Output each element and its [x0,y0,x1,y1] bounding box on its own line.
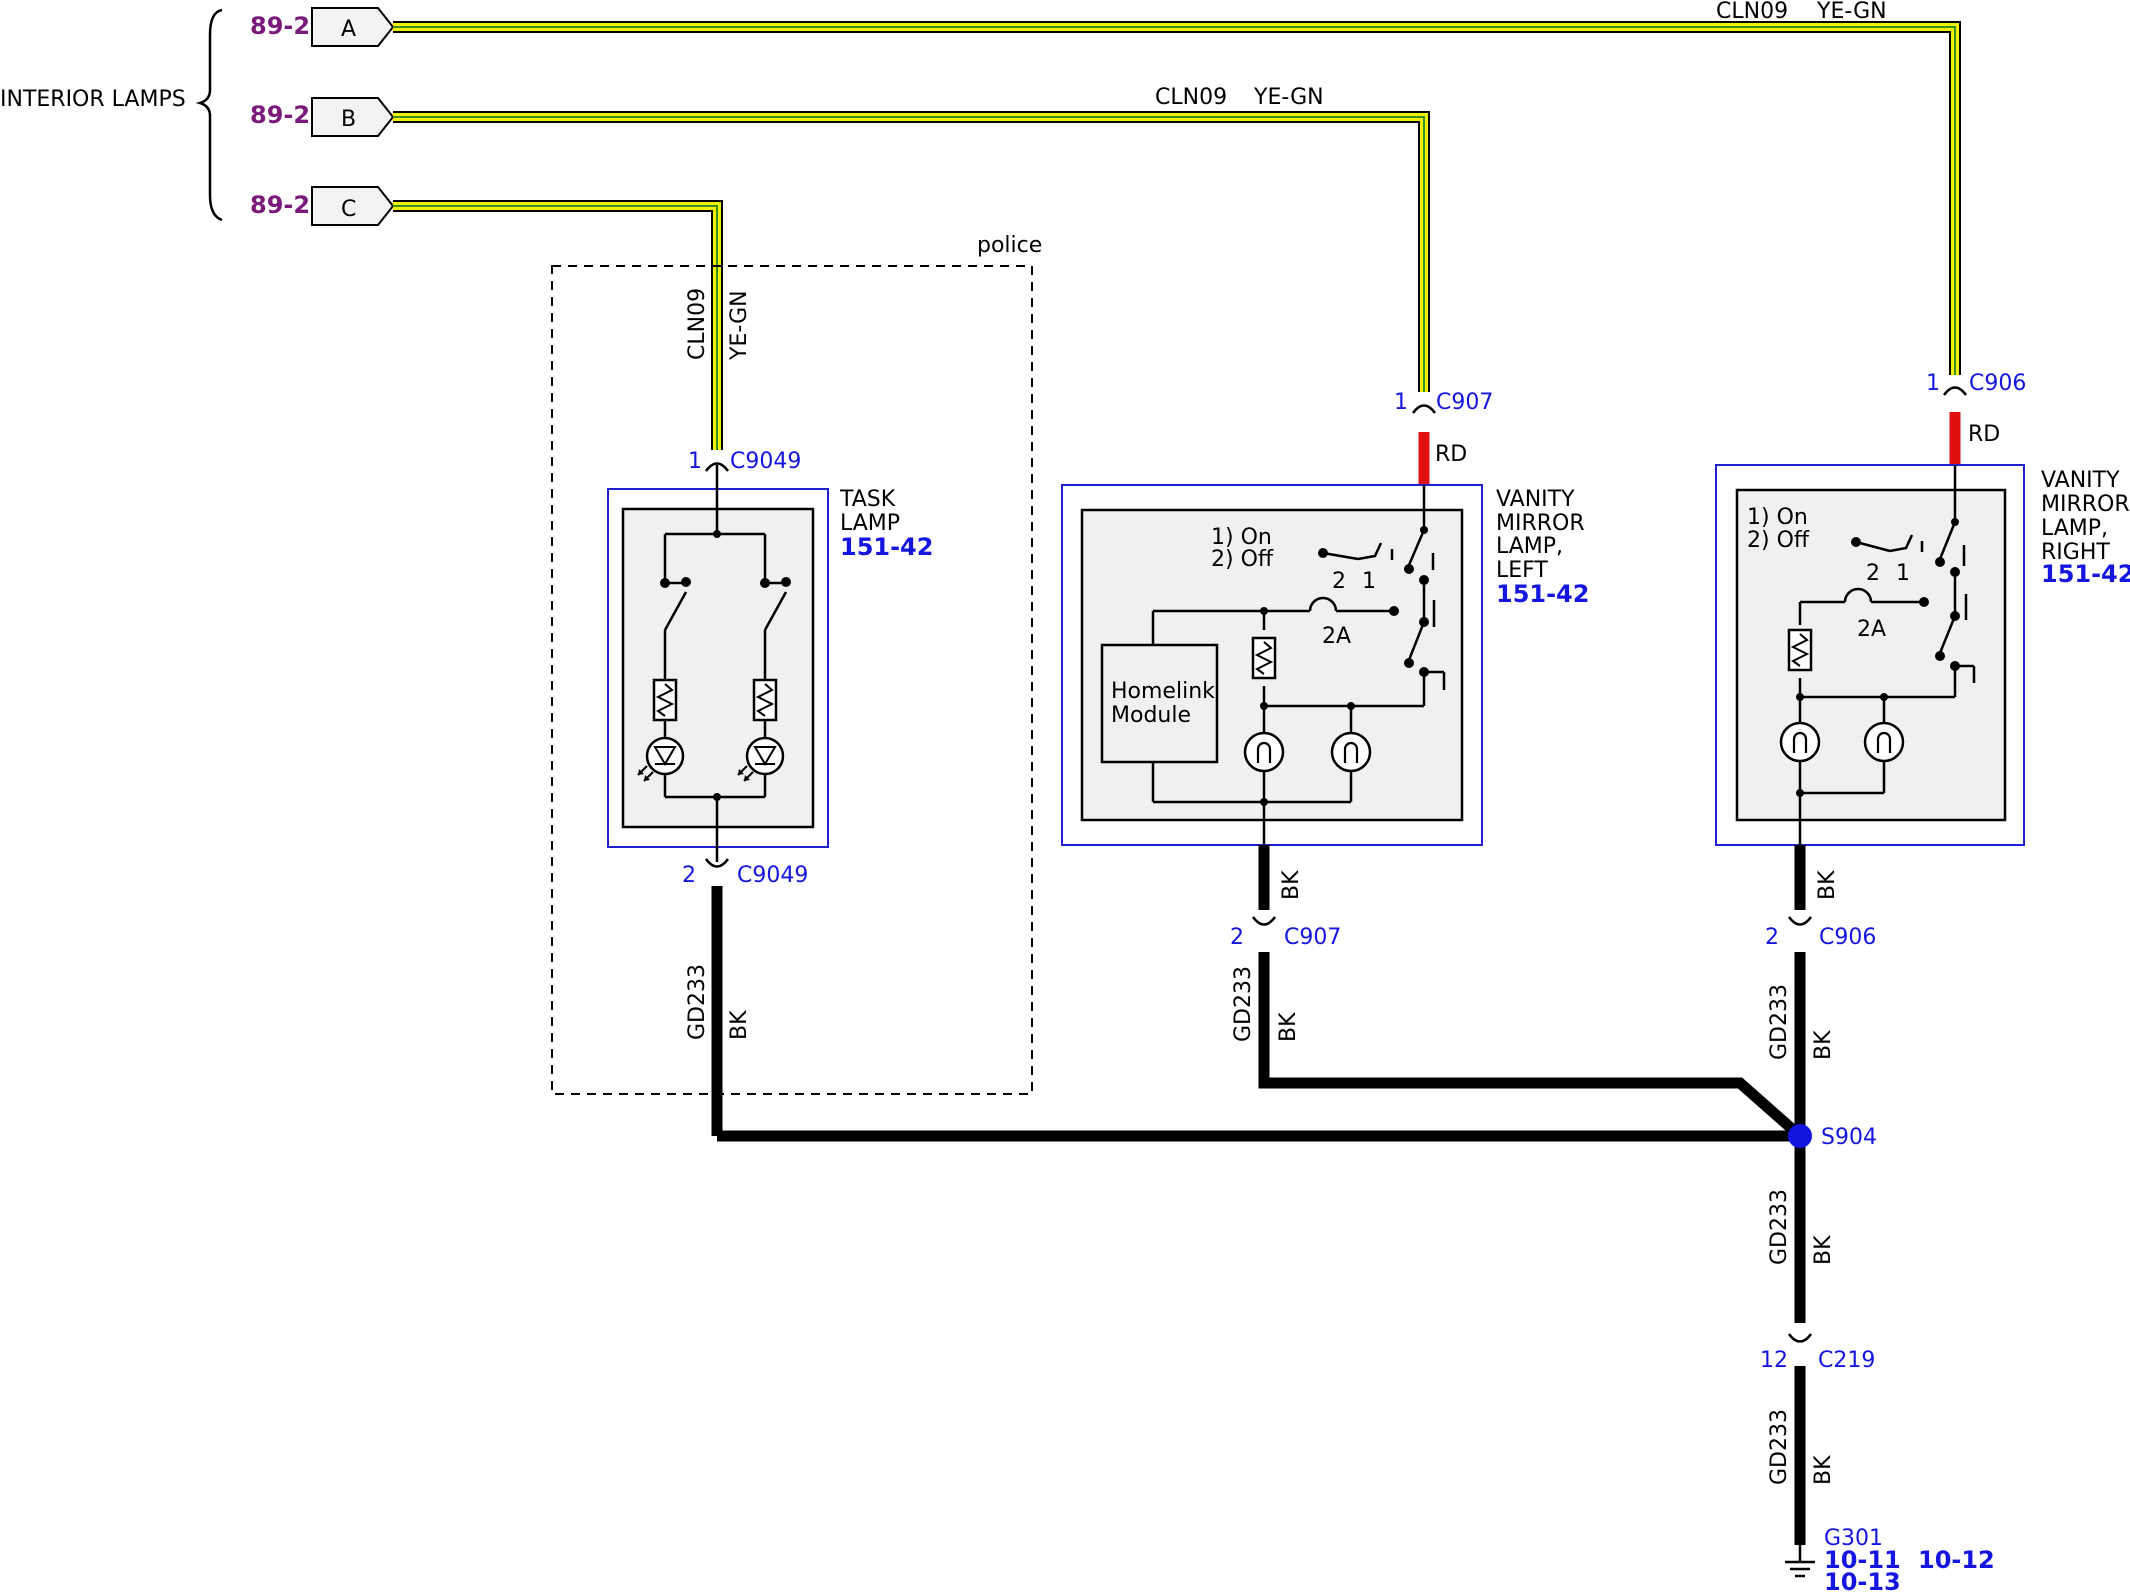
wiring-diagram: INTERIOR LAMPS 89-2 A 89-2 B 89-2 C CLN0… [0,0,2130,1593]
ground-gd-circuit: GD233 [1767,1409,1792,1485]
ground-gd-color: BK [1811,1455,1836,1485]
splice-s904[interactable] [1788,1124,1812,1148]
c906-pin2-number: 2 [1765,925,1779,950]
vanity-left-fuse: 2A [1322,624,1351,649]
left-gd-circuit: GD233 [1231,966,1256,1042]
wire-rd-left-label: RD [1435,442,1467,467]
page-ref-a[interactable]: 89-2 A [250,7,395,47]
tag-letter-b: B [341,107,356,132]
c9049-pin2-number: 2 [682,863,696,888]
c907-pin1-name[interactable]: C907 [1436,390,1493,415]
splice-gd-color: BK [1811,1235,1836,1265]
vanity-left-name-3: LAMP, [1496,534,1563,559]
c9049-pin2-name[interactable]: C9049 [737,863,808,888]
vanity-right-name-1: VANITY [2041,468,2120,493]
homelink-label-1: Homelink [1111,679,1215,704]
c906-pin1-number: 1 [1926,371,1940,396]
vanity-right-lamp1-icon [1779,721,1821,763]
task-lamp-ref[interactable]: 151-42 [840,533,933,561]
vanity-left-ref[interactable]: 151-42 [1496,580,1589,608]
wire-b-circuit: CLN09 [1155,85,1227,110]
vanity-right-name-3: LAMP, [2041,516,2108,541]
wire-yegn-c [393,200,723,450]
c906-pin1-icon [1942,386,1968,397]
wire-rd-right-label: RD [1968,422,2000,447]
police-option-label: police [977,233,1042,258]
vanity-right-pos2: 2 [1866,561,1880,586]
ground-symbol-icon [1785,1545,1815,1578]
c906-pin1-name[interactable]: C906 [1969,371,2026,396]
vanity-lamp-left[interactable] [1061,484,1483,846]
c907-pin2-number: 2 [1230,925,1244,950]
vanity-left-lamp2-icon [1330,731,1372,773]
wire-a-circuit: CLN09 [1716,0,1788,24]
vanity-left-switch-off: 2) Off [1211,547,1274,572]
vanity-right-ref[interactable]: 151-42 [2041,560,2130,588]
c907-pin1-icon [1411,404,1437,415]
sheet-ref-a: 89-2 [250,12,310,40]
c9049-pin1-number: 1 [688,449,702,474]
ground-ref-3[interactable]: 10-13 [1824,1568,1901,1593]
task-heater-right-icon [752,678,778,722]
right-gd-color: BK [1811,1030,1836,1060]
group-label: INTERIOR LAMPS [0,87,186,112]
page-ref-b[interactable]: 89-2 B [250,97,395,137]
vanity-left-name-2: MIRROR [1496,511,1585,536]
wire-c-color: YE-GN [727,290,752,361]
splice-s904-label: S904 [1821,1125,1877,1150]
tag-letter-c: C [341,197,356,222]
vanity-left-pos1: 1 [1362,569,1376,594]
c907-pin2-icon [1251,915,1277,926]
vanity-right-pos1: 1 [1896,561,1910,586]
c219-name[interactable]: C219 [1818,1348,1875,1373]
wire-yegn-b [393,111,1430,392]
wire-bk-ground [711,845,1806,1545]
sheet-ref-b: 89-2 [250,101,310,129]
c907-pin1-number: 1 [1394,390,1408,415]
vanity-right-name-2: MIRROR [2041,492,2130,517]
c219-pin-icon [1787,1332,1813,1343]
c906-pin2-name[interactable]: C906 [1819,925,1876,950]
c219-pin-number: 12 [1760,1348,1788,1373]
task-heater-left-icon [652,678,678,722]
vanity-right-switch-on: 1) On [1747,505,1808,530]
c906-pin2-icon [1787,915,1813,926]
wire-bk-left-top-label: BK [1279,870,1304,900]
splice-gd-circuit: GD233 [1767,1189,1792,1265]
wire-b-color: YE-GN [1253,85,1324,110]
c907-pin2-name[interactable]: C907 [1284,925,1341,950]
ground-ref-2[interactable]: 10-12 [1918,1546,1995,1574]
left-gd-color: BK [1276,1012,1301,1042]
vanity-right-fuse: 2A [1857,617,1886,642]
page-ref-c[interactable]: 89-2 C [250,186,395,226]
wire-a-color: YE-GN [1816,0,1887,24]
vanity-left-heater-icon [1251,636,1277,680]
vanity-left-lamp1-icon [1243,731,1285,773]
task-gd-circuit: GD233 [685,964,710,1040]
vanity-left-pos2: 2 [1332,569,1346,594]
c9049-pin1-name[interactable]: C9049 [730,449,801,474]
sheet-ref-c: 89-2 [250,191,310,219]
vanity-left-name-1: VANITY [1496,487,1575,512]
task-lamp[interactable] [607,465,829,862]
vanity-right-switch-off: 2) Off [1747,528,1810,553]
vanity-right-heater-icon [1787,628,1813,672]
task-gd-color: BK [727,1010,752,1040]
wire-bk-right-top-label: BK [1815,870,1840,900]
wire-c-circuit: CLN09 [685,288,710,360]
group-bracket [195,8,223,222]
tag-letter-a: A [341,17,356,42]
right-gd-circuit: GD233 [1767,984,1792,1060]
homelink-label-2: Module [1111,703,1191,728]
task-lamp-name-1: TASK [839,487,896,512]
vanity-right-lamp2-icon [1863,721,1905,763]
